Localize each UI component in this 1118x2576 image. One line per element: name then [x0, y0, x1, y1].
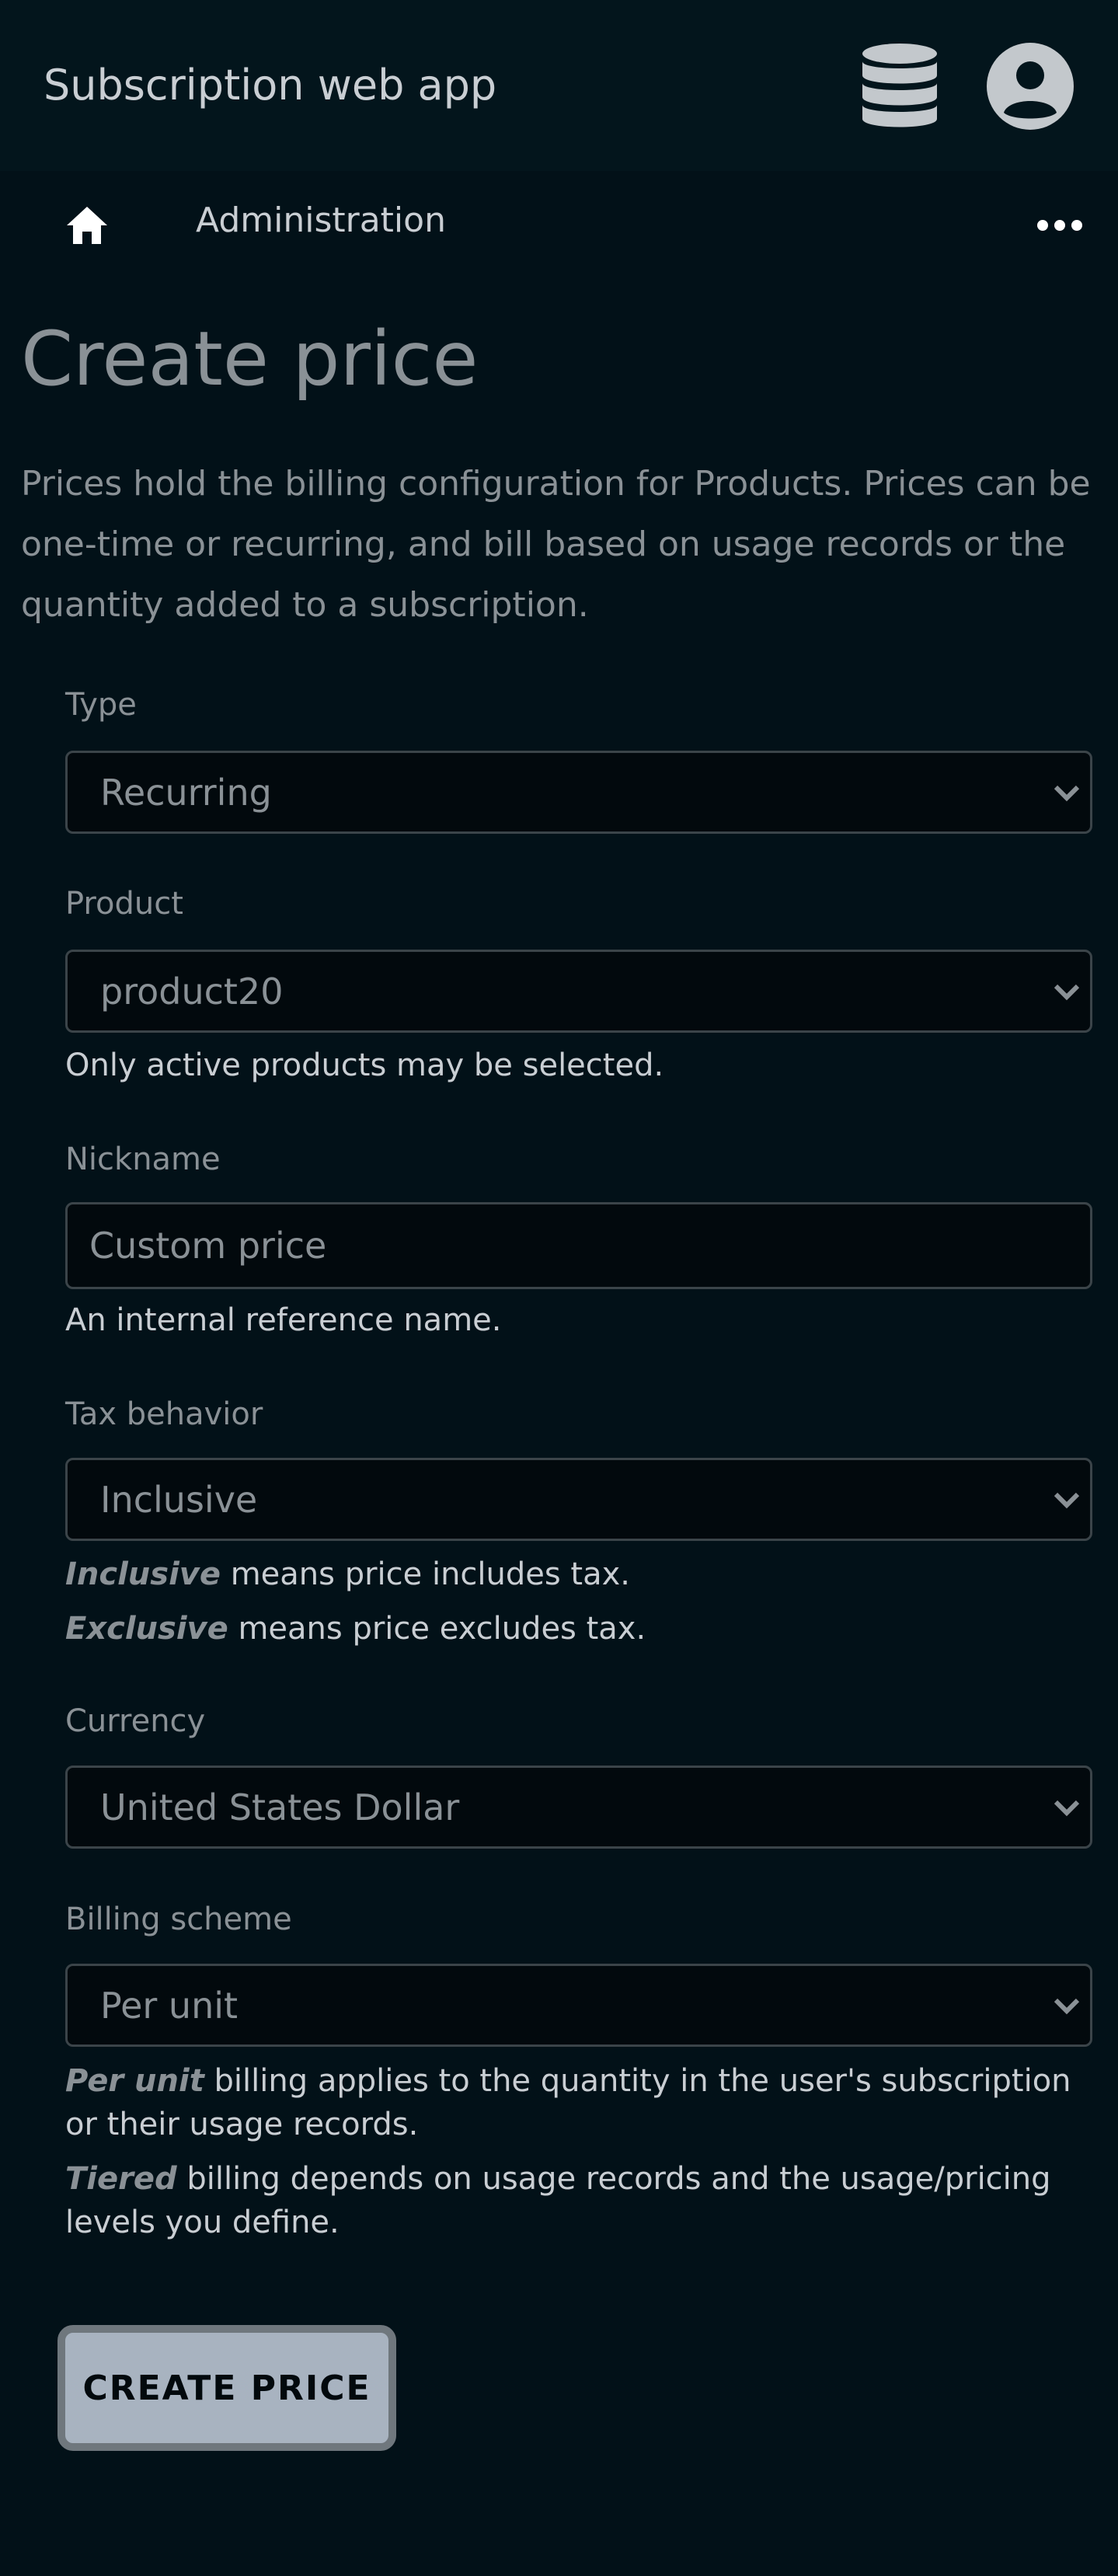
app-bar: Subscription web app [0, 0, 1118, 171]
type-selected-value: Recurring [100, 772, 272, 814]
nickname-input[interactable] [68, 1204, 1090, 1287]
billing-scheme-select[interactable]: Per unit [65, 1964, 1092, 2047]
currency-label: Currency [65, 1703, 206, 1739]
tax-exclusive-text: means price excludes tax. [228, 1611, 646, 1647]
nickname-label: Nickname [65, 1142, 221, 1177]
nickname-help-text: An internal reference name. [65, 1302, 502, 1338]
product-help-text: Only active products may be selected. [65, 1047, 664, 1083]
tax-inclusive-text: means price includes tax. [220, 1556, 631, 1592]
chevron-down-icon [1054, 984, 1080, 1001]
per-unit-term: Per unit [65, 2063, 204, 2099]
database-icon[interactable] [861, 43, 939, 130]
tax-exclusive-help: Exclusive means price excludes tax. [65, 1607, 1099, 1651]
page-title: Create price [21, 315, 479, 403]
per-unit-help: Per unit billing applies to the quantity… [65, 2059, 1099, 2146]
nav-administration-link[interactable]: Administration [196, 200, 446, 240]
tax-behavior-label: Tax behavior [65, 1396, 263, 1432]
currency-selected-value: United States Dollar [100, 1786, 460, 1828]
chevron-down-icon [1054, 785, 1080, 802]
tiered-help: Tiered billing depends on usage records … [65, 2157, 1099, 2244]
product-selected-value: product20 [100, 971, 284, 1013]
tax-exclusive-term: Exclusive [65, 1611, 228, 1647]
type-select[interactable]: Recurring [65, 751, 1092, 834]
tax-inclusive-term: Inclusive [65, 1556, 221, 1592]
tax-behavior-select[interactable]: Inclusive [65, 1458, 1092, 1541]
page-description: Prices hold the billing configuration fo… [21, 464, 1091, 625]
tax-behavior-selected-value: Inclusive [100, 1479, 258, 1521]
create-price-button[interactable]: CREATE PRICE [57, 2325, 396, 2451]
app-title: Subscription web app [44, 61, 497, 110]
tax-inclusive-help: Inclusive means price includes tax. [65, 1553, 1099, 1596]
currency-select[interactable]: United States Dollar [65, 1766, 1092, 1849]
tiered-term: Tiered [65, 2161, 177, 2197]
chevron-down-icon [1054, 1800, 1080, 1817]
product-label: Product [65, 886, 183, 922]
per-unit-text: billing applies to the quantity in the u… [65, 2063, 1071, 2142]
chevron-down-icon [1054, 1998, 1080, 2015]
billing-scheme-selected-value: Per unit [100, 1985, 239, 2027]
nickname-field[interactable] [65, 1202, 1092, 1289]
more-horizontal-icon[interactable] [1036, 218, 1083, 233]
chevron-down-icon [1054, 1492, 1080, 1509]
account-circle-icon[interactable] [987, 43, 1074, 130]
product-select[interactable]: product20 [65, 950, 1092, 1033]
billing-scheme-label: Billing scheme [65, 1901, 292, 1937]
home-icon[interactable] [65, 204, 109, 247]
type-label: Type [65, 687, 137, 723]
tiered-text: billing depends on usage records and the… [65, 2161, 1051, 2240]
